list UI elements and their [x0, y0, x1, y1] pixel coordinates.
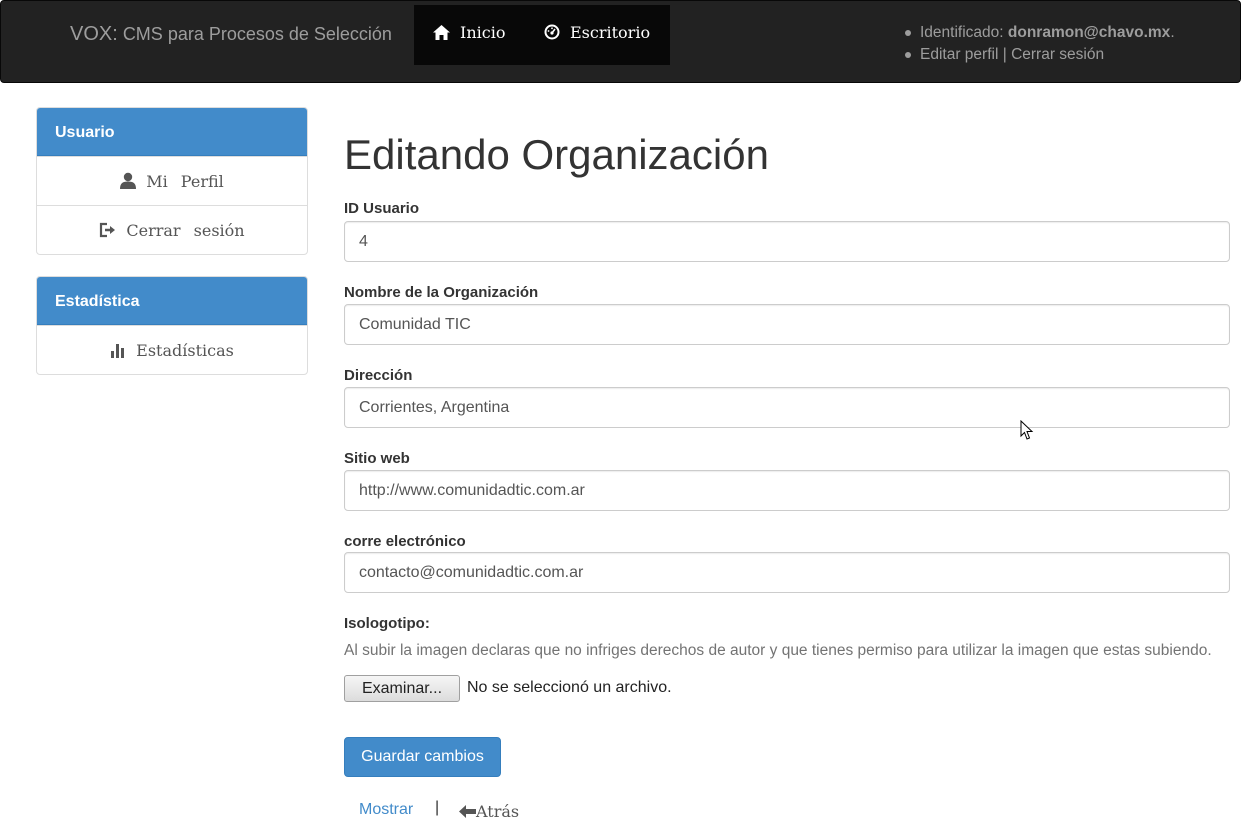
sidebar-panel-estadistica: Estadística Estadísticas	[36, 276, 308, 375]
logout-link[interactable]: Cerrar sesión	[1011, 46, 1104, 63]
nav-item-label: Escritorio	[570, 23, 651, 42]
identified-line: Identificado: donramon@chavo.mx.	[905, 22, 1175, 44]
nombre-organizacion-field[interactable]	[344, 304, 1230, 345]
save-changes-button[interactable]: Guardar cambios	[344, 737, 501, 777]
brand-subtitle: CMS para Procesos de Selección	[122, 24, 392, 44]
logout-icon	[100, 222, 116, 238]
edit-profile-link[interactable]: Editar perfil	[920, 46, 998, 63]
isologotipo-label: Isologotipo:	[344, 615, 430, 632]
nav-item-label: Inicio	[460, 23, 506, 42]
sidebar-item-cerrar-sesion[interactable]: Cerrar sesión	[37, 205, 307, 254]
mouse-cursor-icon	[1020, 420, 1034, 440]
sidebar-panel-usuario: Usuario Mi Perfil Cerrar sesión	[36, 107, 308, 255]
user-email: donramon@chavo.mx	[1007, 24, 1171, 41]
arrow-left-icon	[459, 805, 476, 818]
sidebar-item-label: Estadísticas	[136, 341, 234, 360]
nav-item-escritorio[interactable]: Escritorio	[544, 23, 650, 42]
browse-file-button[interactable]: Examinar...	[344, 675, 460, 702]
back-link[interactable]: Atrás	[459, 802, 519, 821]
sidebar-item-label: Mi Perfil	[146, 172, 224, 191]
sitio-web-label: Sitio web	[344, 450, 410, 467]
nav-item-inicio[interactable]: Inicio	[433, 23, 505, 42]
sidebar-item-mi-perfil[interactable]: Mi Perfil	[37, 156, 307, 205]
nombre-organizacion-label: Nombre de la Organización	[344, 284, 539, 301]
back-link-label: Atrás	[476, 802, 520, 821]
top-navbar: VOX: CMS para Procesos de Selección Inic…	[0, 0, 1241, 83]
user-icon	[120, 172, 137, 189]
bar-chart-icon	[111, 344, 125, 358]
brand[interactable]: VOX: CMS para Procesos de Selección	[70, 23, 392, 46]
direccion-field[interactable]	[344, 387, 1230, 428]
brand-name: VOX:	[70, 23, 118, 45]
correo-label: corre electrónico	[344, 533, 466, 550]
sitio-web-field[interactable]	[344, 470, 1230, 511]
identified-label: Identificado:	[920, 24, 1004, 41]
direccion-label: Dirección	[344, 367, 413, 384]
id-usuario-field[interactable]	[344, 221, 1230, 262]
panel-heading-estadistica: Estadística	[37, 277, 307, 325]
user-info: Identificado: donramon@chavo.mx. Editar …	[905, 22, 1175, 66]
home-icon	[433, 25, 450, 40]
email-suffix: .	[1170, 24, 1175, 41]
user-links-line: Editar perfil | Cerrar sesión	[905, 44, 1175, 66]
page-title: Editando Organización	[344, 131, 769, 178]
panel-heading-usuario: Usuario	[37, 108, 307, 156]
no-file-selected-text: No se seleccionó un archivo.	[467, 679, 672, 696]
dashboard-icon	[544, 24, 560, 40]
correo-field[interactable]	[344, 552, 1230, 593]
user-links-separator: |	[1002, 46, 1007, 63]
link-separator: |	[435, 799, 440, 816]
show-link[interactable]: Mostrar	[359, 801, 413, 819]
id-usuario-label: ID Usuario	[344, 200, 420, 217]
isologotipo-help-text: Al subir la imagen declaras que no infri…	[344, 642, 1212, 659]
sidebar-item-label: Cerrar sesión	[126, 221, 245, 240]
sidebar-item-estadisticas[interactable]: Estadísticas	[37, 325, 307, 374]
